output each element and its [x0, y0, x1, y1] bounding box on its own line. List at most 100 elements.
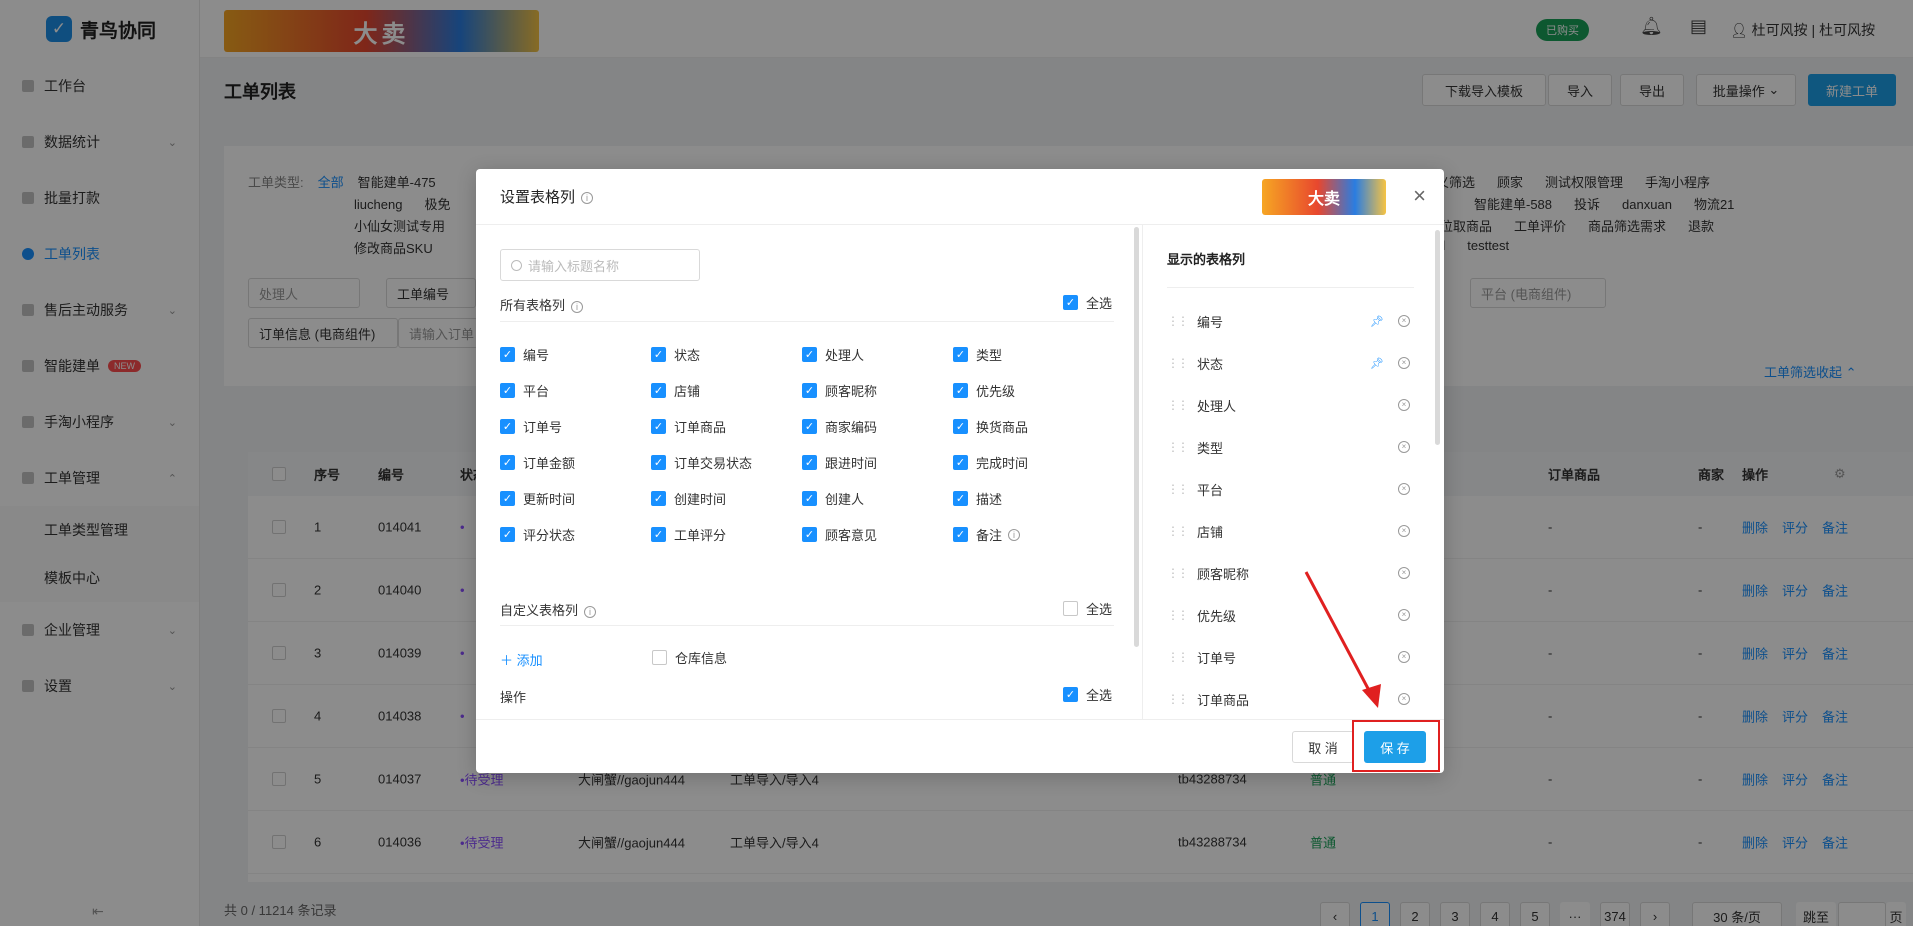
column-option-label: 类型: [976, 348, 1003, 363]
right-scrollbar[interactable]: [1435, 230, 1440, 445]
column-option[interactable]: ✓ 跟进时间: [802, 453, 877, 472]
shown-column-item[interactable]: ⋮⋮ 状态 📌︎ ×: [1167, 342, 1414, 384]
shown-column-item[interactable]: ⋮⋮ 优先级 ×: [1167, 594, 1414, 636]
column-option[interactable]: ✓ 工单评分: [651, 525, 726, 544]
custom-columns-title: 自定义表格列 i: [500, 600, 597, 619]
checkbox-checked-icon: ✓: [1062, 687, 1078, 702]
remove-icon[interactable]: ×: [1398, 609, 1410, 621]
column-option[interactable]: ✓ 店铺: [651, 381, 700, 400]
column-option[interactable]: ✓ 换货商品: [953, 417, 1028, 436]
remove-icon[interactable]: ×: [1398, 483, 1410, 495]
column-option[interactable]: ✓ 顾客昵称: [802, 381, 877, 400]
drag-handle-icon[interactable]: ⋮⋮: [1167, 314, 1189, 328]
shown-column-label: 平台: [1197, 482, 1224, 498]
divider: [1167, 287, 1414, 288]
column-option[interactable]: ✓ 评分状态: [500, 525, 575, 544]
column-option-label: 订单商品: [674, 420, 727, 435]
column-option-label: 创建时间: [674, 492, 727, 507]
drag-handle-icon[interactable]: ⋮⋮: [1167, 566, 1189, 580]
shown-column-item[interactable]: ⋮⋮ 顾客昵称 ×: [1167, 552, 1414, 594]
info-icon[interactable]: i: [581, 192, 594, 205]
checkbox-unchecked-icon: [652, 650, 667, 665]
shown-column-item[interactable]: ⋮⋮ 类型 ×: [1167, 426, 1414, 468]
drag-handle-icon[interactable]: ⋮⋮: [1167, 356, 1189, 370]
column-option[interactable]: ✓ 备注 i: [953, 525, 1021, 544]
operation-title: 操作: [500, 690, 527, 705]
modal-promo-banner[interactable]: 大卖: [1262, 179, 1386, 215]
checkbox-checked-icon: ✓: [953, 383, 968, 398]
pin-icon[interactable]: 📌︎: [1370, 357, 1384, 370]
custom-select-all[interactable]: 全选: [1062, 599, 1112, 618]
column-option[interactable]: ✓ 类型: [953, 345, 1002, 364]
remove-icon[interactable]: ×: [1398, 651, 1410, 663]
cancel-button[interactable]: 取 消: [1292, 731, 1354, 763]
drag-handle-icon[interactable]: ⋮⋮: [1167, 608, 1189, 622]
shown-column-item[interactable]: ⋮⋮ 处理人 ×: [1167, 384, 1414, 426]
info-icon[interactable]: i: [584, 605, 597, 618]
checkbox-checked-icon: ✓: [802, 455, 817, 470]
column-option-label: 顾客意见: [825, 528, 878, 543]
column-option-label: 描述: [976, 492, 1003, 507]
remove-icon[interactable]: ×: [1398, 693, 1410, 705]
remove-icon[interactable]: ×: [1398, 525, 1410, 537]
drag-handle-icon[interactable]: ⋮⋮: [1167, 650, 1189, 664]
divider: [500, 625, 1114, 626]
remove-icon[interactable]: ×: [1398, 441, 1410, 453]
modal-title: 设置表格列 i: [500, 186, 594, 207]
column-option[interactable]: ✓ 创建人: [802, 489, 864, 508]
all-columns-select-all[interactable]: ✓ 全选: [1062, 293, 1112, 312]
shown-column-label: 订单号: [1197, 650, 1237, 666]
column-option[interactable]: ✓ 订单商品: [651, 417, 726, 436]
checkbox-checked-icon: ✓: [651, 455, 666, 470]
column-option[interactable]: ✓ 编号: [500, 345, 549, 364]
add-custom-column-link[interactable]: ＋ 添加: [500, 650, 543, 669]
column-option[interactable]: ✓ 描述: [953, 489, 1002, 508]
drag-handle-icon[interactable]: ⋮⋮: [1167, 692, 1189, 706]
column-option-label: 店铺: [674, 384, 701, 399]
shown-column-item[interactable]: ⋮⋮ 店铺 ×: [1167, 510, 1414, 552]
checkbox-checked-icon: ✓: [651, 347, 666, 362]
drag-handle-icon[interactable]: ⋮⋮: [1167, 524, 1189, 538]
column-option[interactable]: ✓ 优先级: [953, 381, 1015, 400]
column-option[interactable]: ✓ 平台: [500, 381, 549, 400]
column-option-label: 完成时间: [976, 456, 1029, 471]
shown-column-item[interactable]: ⋮⋮ 编号 📌︎ ×: [1167, 300, 1414, 342]
custom-option-warehouse[interactable]: 仓库信息: [652, 648, 727, 667]
column-option[interactable]: ✓ 订单交易状态: [651, 453, 752, 472]
column-option[interactable]: ✓ 订单金额: [500, 453, 575, 472]
checkbox-checked-icon: ✓: [651, 491, 666, 506]
operation-select-all[interactable]: ✓ 全选: [1062, 685, 1112, 704]
shown-column-item[interactable]: ⋮⋮ 订单商品 ×: [1167, 678, 1414, 719]
remove-icon[interactable]: ×: [1398, 399, 1410, 411]
column-option[interactable]: ✓ 处理人: [802, 345, 864, 364]
pin-icon[interactable]: 📌︎: [1370, 315, 1384, 328]
column-option-label: 编号: [523, 348, 550, 363]
column-option[interactable]: ✓ 创建时间: [651, 489, 726, 508]
column-search-input[interactable]: 请输入标题名称: [500, 249, 700, 281]
close-icon[interactable]: ×: [1413, 183, 1426, 209]
info-icon[interactable]: i: [571, 300, 584, 313]
left-scrollbar[interactable]: [1134, 227, 1139, 647]
remove-icon[interactable]: ×: [1398, 567, 1410, 579]
info-icon[interactable]: i: [1008, 528, 1021, 541]
column-option-label: 换货商品: [976, 420, 1029, 435]
column-option[interactable]: ✓ 顾客意见: [802, 525, 877, 544]
column-option[interactable]: ✓ 更新时间: [500, 489, 575, 508]
modal-title-text: 设置表格列: [500, 189, 576, 206]
column-option[interactable]: ✓ 商家编码: [802, 417, 877, 436]
column-option[interactable]: ✓ 状态: [651, 345, 700, 364]
column-option[interactable]: ✓ 订单号: [500, 417, 562, 436]
shown-column-label: 订单商品: [1197, 692, 1250, 708]
drag-handle-icon[interactable]: ⋮⋮: [1167, 440, 1189, 454]
remove-icon[interactable]: ×: [1398, 357, 1410, 369]
shown-column-item[interactable]: ⋮⋮ 订单号 ×: [1167, 636, 1414, 678]
shown-column-label: 店铺: [1197, 524, 1224, 540]
shown-column-item[interactable]: ⋮⋮ 平台 ×: [1167, 468, 1414, 510]
column-option[interactable]: ✓ 完成时间: [953, 453, 1028, 472]
select-all-label: 全选: [1085, 296, 1112, 311]
remove-icon[interactable]: ×: [1398, 315, 1410, 327]
modal-footer: 取 消 保 存: [476, 719, 1444, 773]
search-icon: [511, 259, 522, 271]
drag-handle-icon[interactable]: ⋮⋮: [1167, 482, 1189, 496]
drag-handle-icon[interactable]: ⋮⋮: [1167, 398, 1189, 412]
